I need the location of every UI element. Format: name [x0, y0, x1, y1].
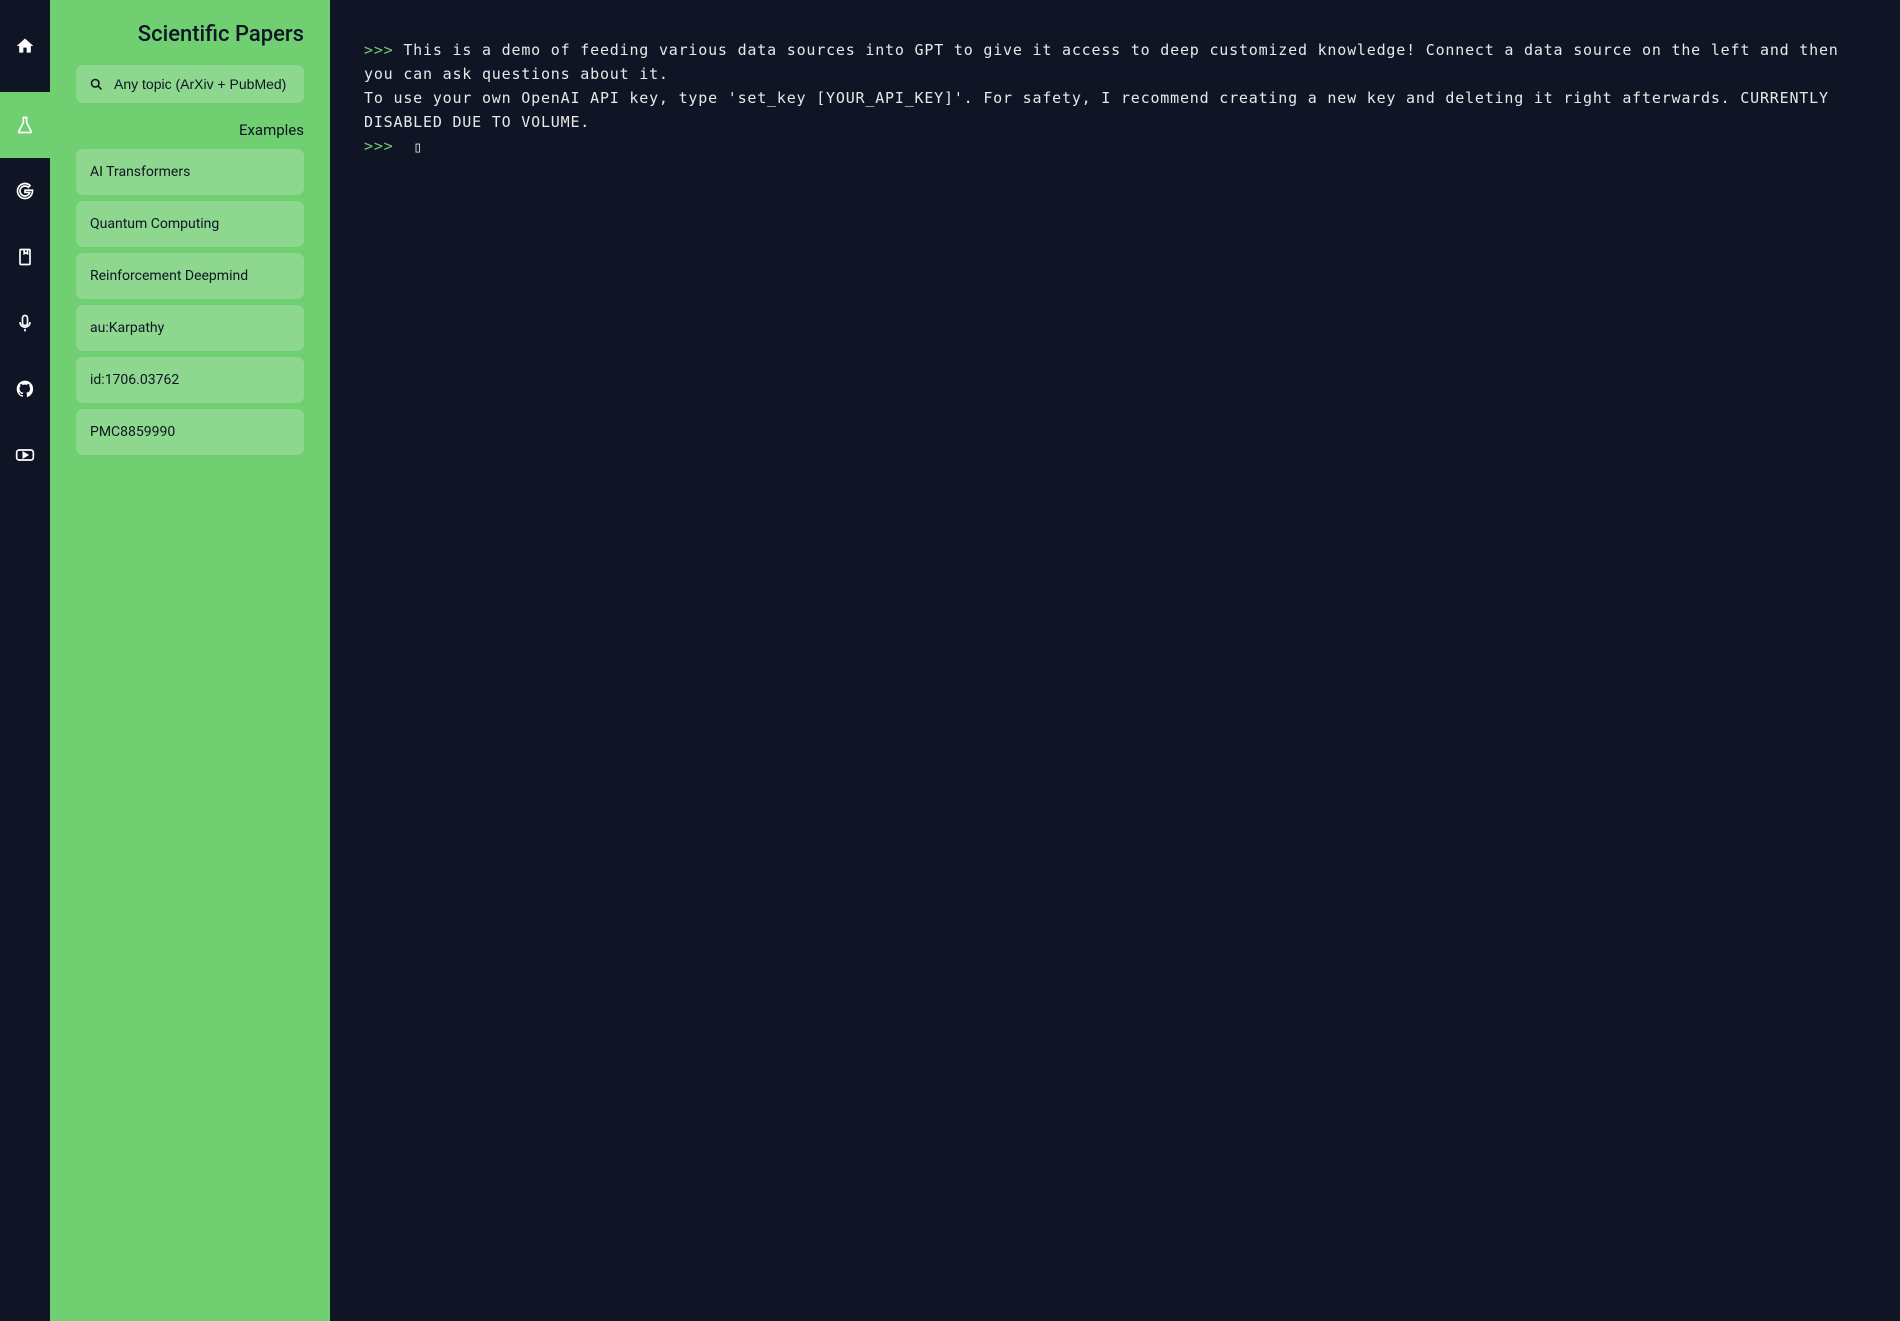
rail-mic[interactable]	[0, 290, 50, 356]
sidebar: Scientific Papers Examples AI Transforme…	[50, 0, 330, 1321]
example-item[interactable]: Reinforcement Deepmind	[76, 253, 304, 299]
example-item[interactable]: id:1706.03762	[76, 357, 304, 403]
sidebar-title: Scientific Papers	[76, 22, 304, 47]
terminal-welcome: This is a demo of feeding various data s…	[364, 41, 1848, 131]
rail-papers[interactable]	[0, 92, 50, 158]
example-item[interactable]: PMC8859990	[76, 409, 304, 455]
example-item[interactable]: Quantum Computing	[76, 201, 304, 247]
rail-google[interactable]	[0, 158, 50, 224]
examples-label: Examples	[76, 121, 304, 139]
example-item[interactable]: AI Transformers	[76, 149, 304, 195]
example-item[interactable]: au:Karpathy	[76, 305, 304, 351]
search-input[interactable]	[114, 76, 291, 92]
cursor-icon: ▯	[413, 140, 423, 155]
search-box[interactable]	[76, 65, 304, 103]
google-icon	[15, 181, 35, 201]
mic-icon	[15, 313, 35, 333]
rail-youtube[interactable]	[0, 422, 50, 488]
home-icon	[15, 36, 35, 56]
youtube-icon	[15, 445, 35, 465]
terminal[interactable]: >>> This is a demo of feeding various da…	[330, 0, 1900, 1321]
terminal-prompt: >>>	[364, 41, 394, 59]
bookmark-icon	[15, 247, 35, 267]
nav-rail	[0, 0, 50, 1321]
rail-github[interactable]	[0, 356, 50, 422]
rail-home[interactable]	[0, 0, 50, 92]
terminal-input-line[interactable]: >>> ▯	[364, 134, 1866, 158]
github-icon	[15, 379, 35, 399]
terminal-line: >>> This is a demo of feeding various da…	[364, 38, 1866, 134]
rail-bookmark[interactable]	[0, 224, 50, 290]
terminal-prompt: >>>	[364, 137, 394, 155]
flask-icon	[15, 115, 35, 135]
search-icon	[89, 77, 104, 92]
